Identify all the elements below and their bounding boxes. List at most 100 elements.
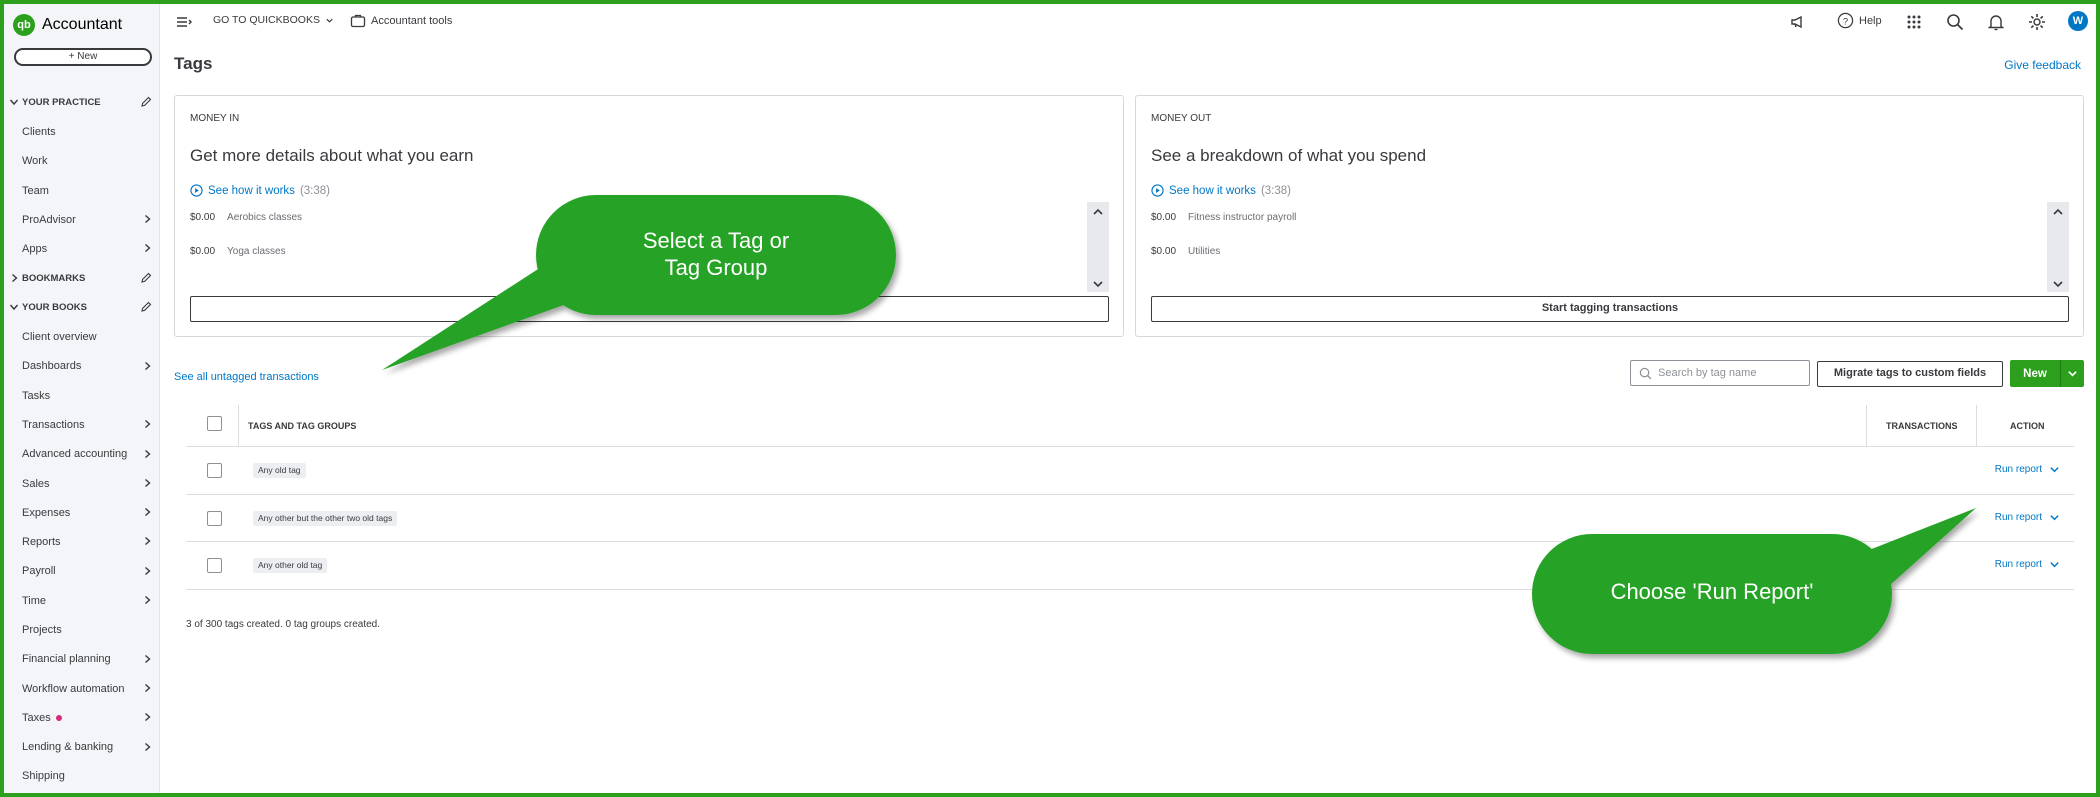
tag-name-pill[interactable]: Any other old tag	[253, 558, 328, 573]
brand[interactable]: qb Accountant	[13, 12, 122, 38]
money-out-row: $0.00 Utilities	[1151, 246, 1220, 257]
megaphone-icon[interactable]	[1788, 12, 1808, 32]
sidebar-item-clients[interactable]: Clients	[4, 117, 160, 146]
help-button[interactable]: ? Help	[1837, 12, 1882, 29]
sidebar-item-taxes[interactable]: Taxes	[4, 703, 160, 732]
run-report-link[interactable]: Run report	[1995, 464, 2042, 475]
sidebar-item-reports[interactable]: Reports	[4, 527, 160, 556]
money-in-video-duration: (3:38)	[299, 184, 330, 197]
sidebar-item-projects[interactable]: Projects	[4, 615, 160, 644]
row-checkbox[interactable]	[207, 463, 222, 478]
money-in-start-tagging-button[interactable]: Start tagging transactions	[190, 296, 1109, 322]
settings-gear-icon[interactable]	[2027, 12, 2047, 32]
sidebar-item-expenses[interactable]: Expenses	[4, 498, 160, 527]
sidebar-section-bookmarks[interactable]: BOOKMARKS	[4, 264, 160, 293]
accountant-tools-menu[interactable]: Accountant tools	[350, 13, 452, 28]
chevron-right-icon	[145, 361, 151, 370]
sidebar-item-label: Client overview	[22, 331, 97, 344]
menu-toggle-icon[interactable]	[174, 12, 194, 32]
migrate-tags-button[interactable]: Migrate tags to custom fields	[1817, 361, 2003, 387]
sidebar-item-transactions[interactable]: Transactions	[4, 410, 160, 439]
column-header-transactions[interactable]: TRANSACTIONS	[1886, 421, 1958, 431]
top-bar: GO TO QUICKBOOKS Accountant tools ? Help	[160, 4, 2096, 40]
chevron-up-icon[interactable]	[2052, 206, 2064, 218]
sidebar-item-client-overview[interactable]: Client overview	[4, 322, 160, 351]
run-report-link[interactable]: Run report	[1995, 512, 2042, 523]
sidebar-item-label: Financial planning	[22, 653, 111, 666]
money-in-scrollbar[interactable]	[1087, 202, 1109, 292]
sidebar-item-work[interactable]: Work	[4, 147, 160, 176]
give-feedback-link[interactable]: Give feedback	[2004, 58, 2081, 72]
sidebar-item-label: BOOKMARKS	[22, 272, 86, 284]
pencil-icon[interactable]	[140, 272, 152, 284]
new-tag-dropdown[interactable]	[2061, 368, 2084, 379]
chevron-down-icon[interactable]	[1092, 278, 1104, 290]
new-tag-split-button[interactable]: New	[2010, 360, 2084, 387]
row-checkbox[interactable]	[207, 510, 222, 526]
sidebar-item-label: Time	[22, 594, 47, 607]
sidebar-item-label: Lending & banking	[22, 741, 114, 754]
brand-name: Accountant	[42, 16, 123, 33]
amount: $0.00	[1151, 212, 1177, 223]
column-header-action: ACTION	[2010, 421, 2045, 431]
row-checkbox[interactable]	[207, 558, 222, 573]
sidebar-item-sales[interactable]: Sales	[4, 469, 160, 498]
chevron-down-icon[interactable]	[2049, 559, 2060, 570]
sidebar-section-your-practice[interactable]: YOUR PRACTICE	[4, 88, 160, 117]
sidebar-item-proadvisor[interactable]: ProAdvisor	[4, 205, 160, 234]
amount: $0.00	[190, 246, 216, 257]
search-icon[interactable]	[1945, 12, 1965, 32]
chevron-up-icon[interactable]	[1092, 206, 1104, 218]
see-untagged-transactions-link[interactable]: See all untagged transactions	[174, 371, 319, 383]
notifications-bell-icon[interactable]	[1986, 12, 2006, 32]
money-out-label: MONEY OUT	[1151, 113, 1212, 124]
svg-text:?: ?	[1843, 16, 1848, 27]
money-out-scrollbar[interactable]	[2047, 202, 2069, 292]
chevron-down-icon[interactable]	[2052, 278, 2064, 290]
chevron-right-icon	[145, 537, 151, 546]
sidebar-item-label: Dashboards	[22, 360, 82, 373]
go-to-quickbooks-menu[interactable]: GO TO QUICKBOOKS	[213, 14, 334, 26]
money-in-row: $0.00 Yoga classes	[190, 246, 286, 257]
column-header-tags[interactable]: TAGS AND TAG GROUPS	[248, 421, 356, 431]
user-avatar[interactable]: W	[2068, 11, 2088, 31]
sidebar-item-workflow-automation[interactable]: Workflow automation	[4, 674, 160, 703]
select-all-checkbox[interactable]	[207, 416, 222, 431]
sidebar-item-team[interactable]: Team	[4, 176, 160, 205]
chevron-down-icon[interactable]	[2049, 512, 2060, 523]
sidebar-item-advanced-accounting[interactable]: Advanced accounting	[4, 440, 160, 469]
sidebar-new-button[interactable]: + New	[14, 48, 152, 66]
apps-grid-icon[interactable]	[1904, 12, 1924, 32]
sidebar-item-label: Apps	[22, 243, 48, 256]
tag-name-pill[interactable]: Any other but the other two old tags	[253, 510, 398, 526]
sidebar-item-tasks[interactable]: Tasks	[4, 381, 160, 410]
money-out-video-link[interactable]: See how it works (3:38)	[1151, 184, 1291, 197]
tag-search-box[interactable]	[1630, 360, 1810, 386]
run-report-link[interactable]: Run report	[1995, 559, 2042, 570]
money-out-heading: See a breakdown of what you spend	[1151, 146, 1427, 165]
tag-name-pill[interactable]: Any old tag	[253, 463, 306, 478]
sidebar-section-your-books[interactable]: YOUR BOOKS	[4, 293, 160, 322]
sidebar-item-shipping[interactable]: Shipping	[4, 762, 160, 791]
money-in-video-link[interactable]: See how it works (3:38)	[190, 184, 330, 197]
chevron-down-icon	[2068, 371, 2077, 377]
sidebar-item-payroll[interactable]: Payroll	[4, 557, 160, 586]
column-divider	[238, 405, 239, 447]
sidebar-item-financial-planning[interactable]: Financial planning	[4, 645, 160, 674]
chevron-right-icon	[145, 449, 151, 458]
new-tag-button-label[interactable]: New	[2010, 368, 2060, 380]
chevron-right-icon	[145, 683, 151, 692]
sidebar-item-apps[interactable]: Apps	[4, 234, 160, 263]
money-out-start-tagging-button[interactable]: Start tagging transactions	[1151, 296, 2069, 322]
sidebar-item-lending-banking[interactable]: Lending & banking	[4, 733, 160, 762]
sidebar-item-time[interactable]: Time	[4, 586, 160, 615]
sidebar-item-label: Reports	[22, 536, 61, 549]
money-out-row: $0.00 Fitness instructor payroll	[1151, 212, 1296, 223]
money-in-heading: Get more details about what you earn	[190, 146, 474, 165]
sidebar-item-dashboards[interactable]: Dashboards	[4, 352, 160, 381]
pencil-icon[interactable]	[140, 301, 152, 313]
sidebar-item-label: YOUR BOOKS	[22, 302, 87, 314]
pencil-icon[interactable]	[140, 96, 152, 108]
chevron-down-icon[interactable]	[2049, 464, 2060, 475]
tag-search-input[interactable]	[1658, 367, 1798, 379]
